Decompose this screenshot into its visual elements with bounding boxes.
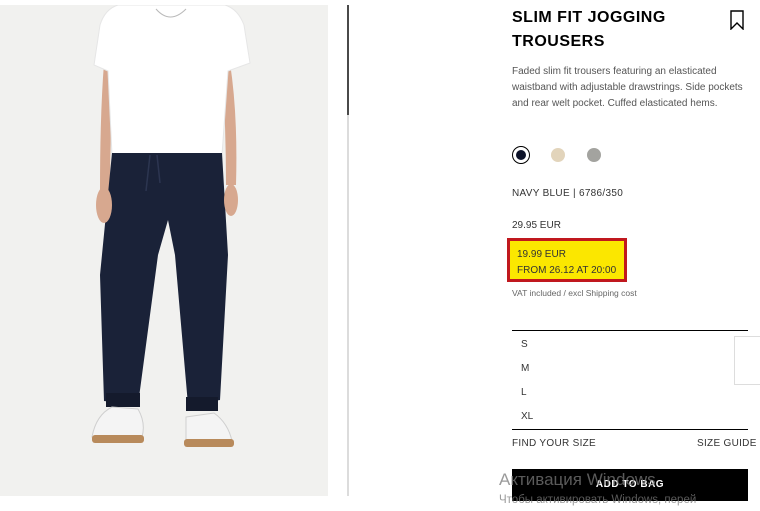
- scrollbar[interactable]: [347, 5, 349, 496]
- size-selector: S M L XL: [512, 330, 748, 430]
- color-reference: NAVY BLUE | 6786/350: [512, 188, 624, 199]
- size-option-l[interactable]: L: [521, 387, 527, 398]
- windows-activation-watermark-title: Активация Windows: [499, 470, 656, 489]
- color-swatch-navy[interactable]: [516, 150, 526, 160]
- price: 29.95 EUR: [512, 220, 561, 231]
- size-option-m[interactable]: M: [521, 363, 529, 374]
- promo-date: FROM 26.12 AT 20:00: [517, 265, 617, 276]
- bookmark-icon[interactable]: [729, 10, 745, 31]
- size-option-xl[interactable]: XL: [521, 411, 533, 422]
- vat-note: VAT included / excl Shipping cost: [512, 288, 637, 298]
- color-swatch-grey[interactable]: [587, 148, 601, 162]
- size-option-s[interactable]: S: [521, 339, 528, 350]
- promo-price-highlight: 19.99 EUR FROM 26.12 AT 20:00: [507, 238, 627, 282]
- promo-price: 19.99 EUR: [517, 249, 566, 260]
- windows-activation-watermark-text: Чтобы активировать Windows, перей: [499, 494, 697, 506]
- side-panel-tab[interactable]: [734, 336, 760, 385]
- find-your-size-link[interactable]: FIND YOUR SIZE: [512, 438, 596, 449]
- product-description: Faded slim fit trousers featuring an ela…: [512, 66, 743, 109]
- product-title: SLIM FIT JOGGING TROUSERS: [512, 9, 666, 50]
- model-image: [0, 5, 328, 496]
- size-guide-link[interactable]: SIZE GUIDE: [697, 438, 757, 449]
- color-swatch-beige[interactable]: [551, 148, 565, 162]
- product-photo[interactable]: [0, 5, 328, 496]
- scrollbar-thumb[interactable]: [347, 5, 349, 115]
